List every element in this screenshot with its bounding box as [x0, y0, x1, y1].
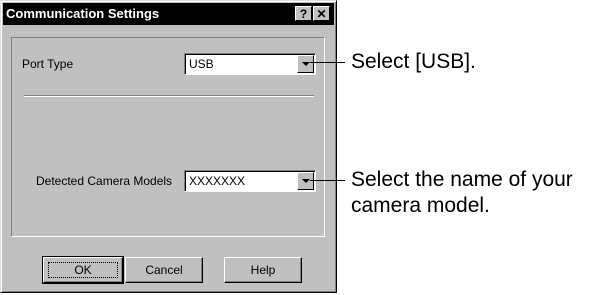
camera-model-value: XXXXXXX: [189, 174, 246, 188]
ok-button[interactable]: OK: [42, 256, 124, 284]
port-type-label: Port Type: [22, 57, 74, 71]
callout-model-line2: camera model.: [351, 194, 490, 217]
callout-model-line1: Select the name of your: [351, 168, 573, 191]
cancel-button[interactable]: Cancel: [125, 257, 203, 283]
title-bar: Communication Settings ? ✕: [3, 3, 334, 25]
ok-button-label: OK: [74, 263, 92, 277]
dialog-title: Communication Settings: [6, 6, 160, 21]
camera-model-select[interactable]: XXXXXXX: [184, 170, 316, 192]
leader-line-model: [310, 180, 345, 181]
settings-panel: Port Type USB Detected Camera Models XXX…: [11, 37, 325, 237]
leader-line-port: [310, 62, 345, 63]
help-button[interactable]: Help: [224, 257, 302, 283]
chevron-down-icon[interactable]: [297, 172, 314, 190]
communication-settings-dialog: Communication Settings ? ✕ Port Type USB…: [0, 0, 337, 293]
port-type-select[interactable]: USB: [184, 53, 316, 75]
cancel-button-label: Cancel: [145, 263, 183, 277]
help-button-label: Help: [250, 263, 276, 277]
callout-port: Select [USB].: [351, 50, 476, 73]
port-type-value: USB: [189, 57, 214, 71]
chevron-down-icon[interactable]: [297, 55, 314, 73]
detected-camera-models-label: Detected Camera Models: [36, 174, 173, 188]
separator: [24, 95, 314, 97]
help-icon[interactable]: ?: [295, 6, 312, 21]
close-icon[interactable]: ✕: [313, 6, 330, 21]
